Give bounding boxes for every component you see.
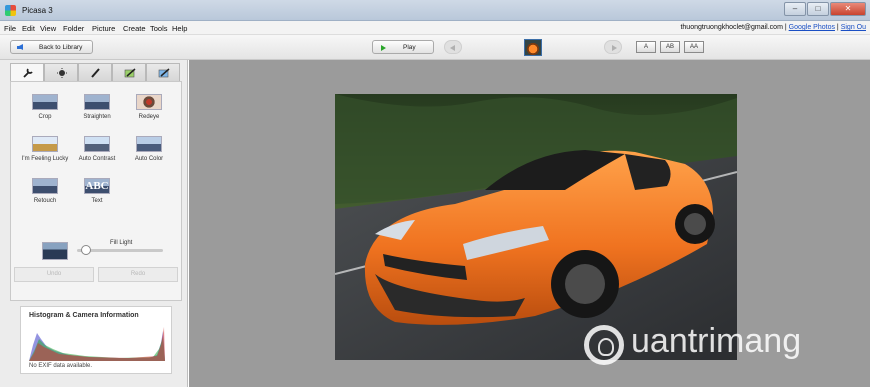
window-controls: – □ ✕	[784, 2, 866, 16]
redo-button[interactable]: Redo	[98, 267, 178, 282]
play-button[interactable]: Play	[372, 40, 434, 54]
wrench-icon	[23, 68, 33, 78]
redeye-tool[interactable]: Redeye	[119, 94, 179, 120]
exif-note: No EXIF data available.	[29, 363, 93, 369]
picasa-app-icon	[5, 5, 16, 16]
auto-color-icon	[136, 136, 162, 152]
crop-icon	[32, 94, 58, 110]
brush-green-icon	[124, 68, 136, 78]
menu-help[interactable]: Help	[172, 24, 187, 33]
edit-panel: Crop Straighten Redeye I'm Feeling Lucky…	[0, 60, 188, 387]
retouch-icon	[32, 178, 58, 194]
caption-a-button[interactable]: A	[636, 41, 656, 53]
auto-contrast-label: Auto Contrast	[78, 156, 116, 162]
separator: |	[784, 24, 787, 31]
menu-tools[interactable]: Tools	[150, 24, 168, 33]
account-email: thuongtruongkhoclet@gmail.com	[680, 24, 783, 31]
auto-contrast-icon	[84, 136, 110, 152]
caption-ab-button[interactable]: AB	[660, 41, 680, 53]
redeye-icon	[136, 94, 162, 110]
histogram-panel: Histogram & Camera Information No EXIF d…	[20, 306, 172, 374]
basic-fixes-panel: Crop Straighten Redeye I'm Feeling Lucky…	[10, 81, 182, 301]
fill-light-icon	[42, 242, 68, 260]
crop-tool[interactable]: Crop	[15, 94, 75, 120]
brush-blue-icon	[158, 68, 170, 78]
current-photo-thumbnail[interactable]	[524, 39, 542, 56]
tab-effects-2[interactable]	[112, 63, 146, 81]
back-to-library-label: Back to Library	[39, 44, 83, 51]
text-tool-icon: ABC	[84, 178, 110, 194]
minimize-button[interactable]: –	[784, 2, 806, 16]
sign-out-link[interactable]: Sign Ou	[841, 24, 866, 31]
crop-label: Crop	[38, 114, 52, 120]
separator: |	[836, 24, 839, 31]
menu-file[interactable]: File	[4, 24, 16, 33]
play-icon	[381, 44, 386, 51]
auto-color-tool[interactable]: Auto Color	[119, 136, 179, 162]
straighten-label: Straighten	[83, 114, 111, 120]
close-button[interactable]: ✕	[830, 2, 866, 16]
undo-button[interactable]: Undo	[14, 267, 94, 282]
next-photo-button[interactable]	[604, 40, 622, 54]
menu-view[interactable]: View	[40, 24, 56, 33]
tab-basic-fixes[interactable]	[10, 63, 44, 81]
account-area: thuongtruongkhoclet@gmail.com | Google P…	[680, 24, 866, 31]
histogram-title: Histogram & Camera Information	[29, 312, 139, 319]
menu-bar: File Edit View Folder Picture Create Too…	[0, 21, 870, 35]
tab-effects-3[interactable]	[146, 63, 180, 81]
toolbar: Back to Library Play A AB AA	[0, 35, 870, 60]
text-tool[interactable]: ABC Text	[67, 178, 127, 204]
caption-aa-button[interactable]: AA	[684, 41, 704, 53]
fill-light-label: Fill Light	[110, 240, 133, 246]
brush-icon	[91, 68, 100, 78]
auto-color-label: Auto Color	[134, 156, 164, 162]
title-bar: Picasa 3 – □ ✕	[0, 0, 870, 21]
window-title: Picasa 3	[22, 6, 53, 15]
feeling-lucky-label: I'm Feeling Lucky	[21, 156, 69, 162]
auto-contrast-tool[interactable]: Auto Contrast	[67, 136, 127, 162]
tab-tuning[interactable]	[44, 63, 78, 81]
watermark-logo-icon	[584, 325, 624, 365]
car-photo[interactable]	[335, 94, 737, 360]
previous-photo-button[interactable]	[444, 40, 462, 54]
histogram-chart	[29, 327, 165, 361]
feeling-lucky-tool[interactable]: I'm Feeling Lucky	[15, 136, 75, 162]
next-arrow-icon	[612, 44, 617, 51]
maximize-button[interactable]: □	[807, 2, 829, 16]
bulb-icon	[57, 68, 67, 78]
edit-tabs	[10, 63, 182, 81]
fill-light-slider-handle[interactable]	[80, 245, 91, 255]
tab-effects[interactable]	[78, 63, 112, 81]
retouch-label: Retouch	[33, 198, 57, 204]
photo-viewer: uantrimang	[189, 60, 870, 387]
straighten-tool[interactable]: Straighten	[67, 94, 127, 120]
menu-edit[interactable]: Edit	[22, 24, 35, 33]
redeye-label: Redeye	[138, 114, 160, 120]
menu-create[interactable]: Create	[123, 24, 146, 33]
text-label: Text	[91, 198, 103, 204]
back-to-library-button[interactable]: Back to Library	[10, 40, 93, 54]
previous-arrow-icon	[450, 44, 455, 51]
play-label: Play	[403, 44, 416, 51]
feeling-lucky-icon	[32, 136, 58, 152]
back-arrow-icon	[17, 44, 23, 50]
straighten-icon	[84, 94, 110, 110]
watermark-text: uantrimang	[631, 322, 802, 360]
google-photos-link[interactable]: Google Photos	[789, 24, 835, 31]
menu-folder[interactable]: Folder	[63, 24, 84, 33]
retouch-tool[interactable]: Retouch	[15, 178, 75, 204]
menu-picture[interactable]: Picture	[92, 24, 115, 33]
